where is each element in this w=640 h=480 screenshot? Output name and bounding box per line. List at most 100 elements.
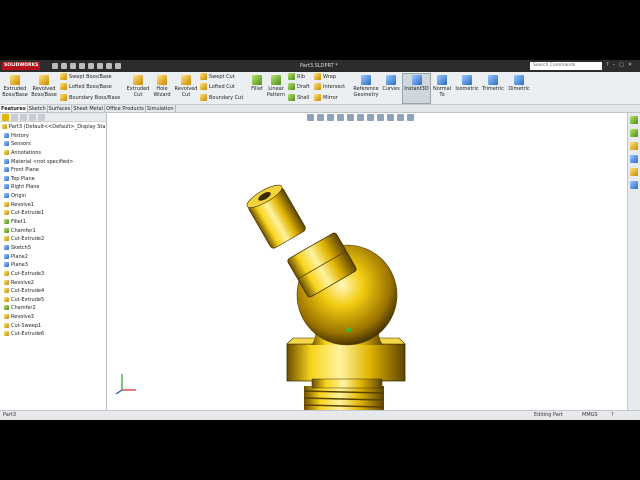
tree-root[interactable]: Part3 (Default<<Default>_Display Sta [0,123,106,132]
normal-to-button[interactable]: Normal To [431,75,453,98]
tree-item-cut-extrude5[interactable]: Cut-Extrude5 [0,296,106,305]
tree-item-chamfer1[interactable]: Chamfer1 [0,227,106,236]
view-palette-icon[interactable] [630,155,638,163]
revolved-boss-button[interactable]: Revolved Boss/Base [30,75,58,98]
solidworks-resources-icon[interactable] [630,116,638,124]
curves-button[interactable]: Curves [381,75,401,92]
tree-item-plane2[interactable]: Plane2 [0,253,106,262]
graphics-area[interactable] [107,113,627,410]
swept-cut-button[interactable]: Swept Cut [200,73,235,82]
reference-triad [115,374,136,395]
tree-item-cut-extrude3[interactable]: Cut-Extrude3 [0,270,106,279]
tree-item-revolve2[interactable]: Revolve2 [0,279,106,288]
extruded-boss-button[interactable]: Extruded Boss/Base [2,75,28,98]
tree-item-cut-extrude6[interactable]: Cut-Extrude6 [0,330,106,339]
rebuild-icon[interactable] [106,63,112,69]
help-button[interactable]: ? [606,62,609,68]
tab-office-products[interactable]: Office Products [105,105,146,112]
print-icon[interactable] [79,63,85,69]
open-icon[interactable] [61,63,67,69]
tree-item-history[interactable]: History [0,132,106,141]
tree-item-right-plane[interactable]: Right Plane [0,183,106,192]
tab-sheet-metal[interactable]: Sheet Metal [72,105,106,112]
tree-item-chamfer2[interactable]: Chamfer2 [0,304,106,313]
mirror-icon [314,94,321,101]
tree-item-fillet1[interactable]: Fillet1 [0,218,106,227]
dimxpert-icon[interactable] [29,114,36,121]
configuration-icon[interactable] [20,114,27,121]
isometric-icon [462,75,472,85]
tree-item-revolve1[interactable]: Revolve1 [0,201,106,210]
appearances-icon[interactable] [630,168,638,176]
custom-properties-icon[interactable] [630,181,638,189]
grease-nipple-model[interactable] [107,113,627,410]
shell-button[interactable]: Shell [288,94,309,103]
document-title: Part3.SLDPRT * [300,63,338,69]
intersect-button[interactable]: Intersect [314,83,345,92]
trimetric-button[interactable]: Trimetric [480,75,506,92]
swept-cut-icon [200,73,207,80]
instant3d-button[interactable]: Instant3D [402,75,431,92]
reference-geometry-icon [361,75,371,85]
display-manager-icon[interactable] [38,114,45,121]
boundary-cut-button[interactable]: Boundary Cut [200,94,243,103]
command-manager-tabs: Features Sketch Surfaces Sheet Metal Off… [0,105,640,113]
tree-item-origin[interactable]: Origin [0,192,106,201]
mirror-button[interactable]: Mirror [314,94,338,103]
tab-simulation[interactable]: Simulation [146,105,176,112]
solidworks-logo[interactable]: SOLIDWORKS [2,62,41,70]
draft-button[interactable]: Draft [288,83,310,92]
wrap-button[interactable]: Wrap [314,73,336,82]
boundary-cut-icon [200,94,207,101]
tree-item-top-plane[interactable]: Top Plane [0,175,106,184]
tree-item-front-plane[interactable]: Front Plane [0,166,106,175]
design-library-icon[interactable] [630,129,638,137]
search-commands-input[interactable]: Search Commands [530,62,602,70]
letterbox-top [0,0,640,60]
fillet-button[interactable]: Fillet [248,75,266,92]
lofted-boss-icon [60,83,67,90]
reference-geometry-button[interactable]: Reference Geometry [352,75,380,98]
revolved-cut-button[interactable]: Revolved Cut [174,75,198,98]
minimize-button[interactable]: – [613,62,616,68]
tree-item-revolve3[interactable]: Revolve3 [0,313,106,322]
lofted-cut-button[interactable]: Lofted Cut [200,83,235,92]
file-explorer-icon[interactable] [630,142,638,150]
hole-wizard-button[interactable]: Hole Wizard [151,75,173,98]
linear-pattern-button[interactable]: Linear Pattern [266,75,286,98]
tree-item-annotations[interactable]: Annotations [0,149,106,158]
close-button[interactable]: ✕ [628,62,632,68]
rib-icon [288,73,295,80]
tree-item-sketch5[interactable]: Sketch5 [0,244,106,253]
feature-tree-icon[interactable] [2,114,9,121]
save-icon[interactable] [70,63,76,69]
tree-item-cut-sweep1[interactable]: Cut-Sweep1 [0,322,106,331]
select-icon[interactable] [97,63,103,69]
options-icon[interactable] [115,63,121,69]
lofted-boss-button[interactable]: Lofted Boss/Base [60,83,112,92]
status-units[interactable]: MMGS [582,411,598,420]
dimetric-button[interactable]: Dimetric [506,75,532,92]
selection-point[interactable] [346,327,352,333]
rib-button[interactable]: Rib [288,73,305,82]
property-manager-icon[interactable] [11,114,18,121]
boundary-boss-button[interactable]: Boundary Boss/Base [60,94,120,103]
tab-features[interactable]: Features [0,105,28,112]
tab-sketch[interactable]: Sketch [28,105,48,112]
tree-item-cut-extrude2[interactable]: Cut-Extrude2 [0,235,106,244]
extruded-cut-button[interactable]: Extruded Cut [126,75,150,98]
tree-item-cut-extrude4[interactable]: Cut-Extrude4 [0,287,106,296]
isometric-button[interactable]: Isometric [454,75,480,92]
tree-item-plane3[interactable]: Plane3 [0,261,106,270]
tree-item-cut-extrude1[interactable]: Cut-Extrude1 [0,209,106,218]
tab-surfaces[interactable]: Surfaces [48,105,73,112]
new-icon[interactable] [52,63,58,69]
plane-icon [4,184,9,190]
tree-item-material[interactable]: Material <not specified> [0,158,106,167]
swept-boss-button[interactable]: Swept Boss/Base [60,73,112,82]
maximize-button[interactable]: □ [619,62,624,68]
tree-item-sensors[interactable]: Sensors [0,140,106,149]
plane-icon [4,253,9,259]
help-icon[interactable]: ? [611,411,614,420]
undo-icon[interactable] [88,63,94,69]
